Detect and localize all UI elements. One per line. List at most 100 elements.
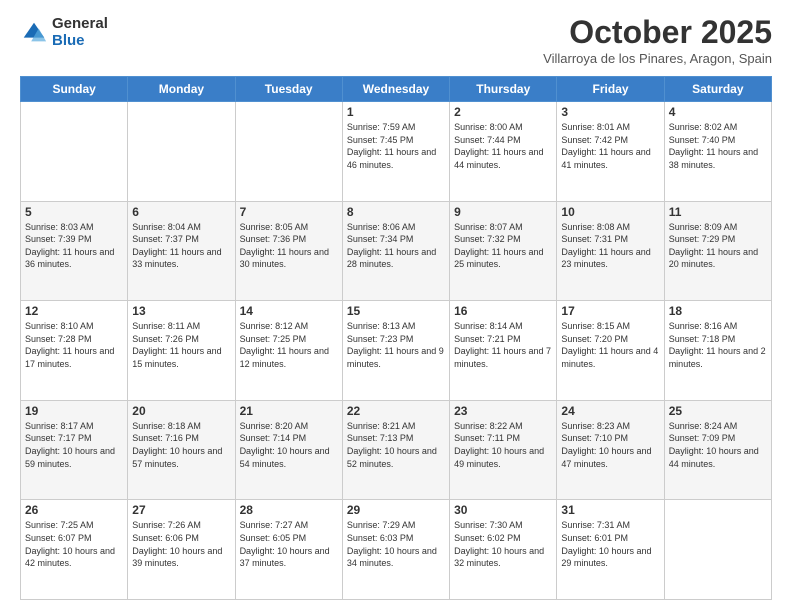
- day-number: 30: [454, 503, 552, 517]
- day-info: Sunrise: 8:08 AMSunset: 7:31 PMDaylight:…: [561, 221, 659, 271]
- calendar-cell: 16 Sunrise: 8:14 AMSunset: 7:21 PMDayligh…: [450, 301, 557, 401]
- day-info: Sunrise: 7:29 AMSunset: 6:03 PMDaylight:…: [347, 519, 445, 569]
- calendar-cell: 8Sunrise: 8:06 AMSunset: 7:34 PMDaylight…: [342, 201, 449, 301]
- day-info: Sunrise: 8:24 AMSunset: 7:09 PMDaylight:…: [669, 420, 767, 470]
- calendar-cell: 22 Sunrise: 8:21 AMSunset: 7:13 PMDayligh…: [342, 400, 449, 500]
- calendar-day-header: Tuesday: [235, 77, 342, 102]
- day-info: Sunrise: 7:26 AMSunset: 6:06 PMDaylight:…: [132, 519, 230, 569]
- calendar-cell: 14 Sunrise: 8:12 AMSunset: 7:25 PMDayligh…: [235, 301, 342, 401]
- day-info: Sunrise: 8:10 AMSunset: 7:28 PMDaylight:…: [25, 320, 123, 370]
- calendar-cell: [664, 500, 771, 600]
- day-info: Sunrise: 8:13 AMSunset: 7:23 PMDaylight:…: [347, 320, 445, 370]
- day-info: Sunrise: 8:11 AMSunset: 7:26 PMDaylight:…: [132, 320, 230, 370]
- calendar-cell: 2 Sunrise: 8:00 AMSunset: 7:44 PMDaylight…: [450, 102, 557, 202]
- day-info: Sunrise: 8:09 AMSunset: 7:29 PMDaylight:…: [669, 221, 767, 271]
- day-number: 24: [561, 404, 659, 418]
- calendar-cell: 31 Sunrise: 7:31 AMSunset: 6:01 PMDayligh…: [557, 500, 664, 600]
- calendar-cell: 1 Sunrise: 7:59 AMSunset: 7:45 PMDaylight…: [342, 102, 449, 202]
- calendar-cell: [235, 102, 342, 202]
- logo-general: General: [52, 16, 108, 33]
- calendar-cell: 11Sunrise: 8:09 AMSunset: 7:29 PMDayligh…: [664, 201, 771, 301]
- day-info: Sunrise: 8:00 AMSunset: 7:44 PMDaylight:…: [454, 121, 552, 171]
- day-number: 8: [347, 205, 445, 219]
- day-info: Sunrise: 8:03 AMSunset: 7:39 PMDaylight:…: [25, 221, 123, 271]
- day-number: 25: [669, 404, 767, 418]
- calendar-week-row: 1 Sunrise: 7:59 AMSunset: 7:45 PMDaylight…: [21, 102, 772, 202]
- day-number: 29: [347, 503, 445, 517]
- day-number: 9: [454, 205, 552, 219]
- day-info: Sunrise: 8:21 AMSunset: 7:13 PMDaylight:…: [347, 420, 445, 470]
- day-info: Sunrise: 8:04 AMSunset: 7:37 PMDaylight:…: [132, 221, 230, 271]
- calendar-table: SundayMondayTuesdayWednesdayThursdayFrid…: [20, 76, 772, 600]
- day-number: 20: [132, 404, 230, 418]
- calendar-cell: 17Sunrise: 8:15 AMSunset: 7:20 PMDayligh…: [557, 301, 664, 401]
- day-number: 14: [240, 304, 338, 318]
- day-info: Sunrise: 8:18 AMSunset: 7:16 PMDaylight:…: [132, 420, 230, 470]
- location-subtitle: Villarroya de los Pinares, Aragon, Spain: [543, 51, 772, 66]
- day-number: 31: [561, 503, 659, 517]
- day-number: 10: [561, 205, 659, 219]
- calendar-day-header: Thursday: [450, 77, 557, 102]
- day-number: 18: [669, 304, 767, 318]
- month-title: October 2025: [543, 16, 772, 48]
- day-number: 19: [25, 404, 123, 418]
- calendar-cell: 21 Sunrise: 8:20 AMSunset: 7:14 PMDayligh…: [235, 400, 342, 500]
- calendar-cell: 15 Sunrise: 8:13 AMSunset: 7:23 PMDayligh…: [342, 301, 449, 401]
- header: General Blue October 2025 Villarroya de …: [20, 16, 772, 66]
- day-number: 15: [347, 304, 445, 318]
- calendar-cell: 26 Sunrise: 7:25 AMSunset: 6:07 PMDayligh…: [21, 500, 128, 600]
- calendar-cell: 25 Sunrise: 8:24 AMSunset: 7:09 PMDayligh…: [664, 400, 771, 500]
- day-info: Sunrise: 7:30 AMSunset: 6:02 PMDaylight:…: [454, 519, 552, 569]
- day-info: Sunrise: 8:07 AMSunset: 7:32 PMDaylight:…: [454, 221, 552, 271]
- day-info: Sunrise: 8:05 AMSunset: 7:36 PMDaylight:…: [240, 221, 338, 271]
- calendar-week-row: 12Sunrise: 8:10 AMSunset: 7:28 PMDayligh…: [21, 301, 772, 401]
- day-number: 1: [347, 105, 445, 119]
- day-number: 27: [132, 503, 230, 517]
- day-number: 22: [347, 404, 445, 418]
- calendar-cell: [128, 102, 235, 202]
- day-number: 4: [669, 105, 767, 119]
- calendar-cell: 29 Sunrise: 7:29 AMSunset: 6:03 PMDayligh…: [342, 500, 449, 600]
- day-number: 7: [240, 205, 338, 219]
- calendar-day-header: Wednesday: [342, 77, 449, 102]
- calendar-cell: 27 Sunrise: 7:26 AMSunset: 6:06 PMDayligh…: [128, 500, 235, 600]
- day-info: Sunrise: 8:20 AMSunset: 7:14 PMDaylight:…: [240, 420, 338, 470]
- day-info: Sunrise: 8:22 AMSunset: 7:11 PMDaylight:…: [454, 420, 552, 470]
- calendar-cell: 19 Sunrise: 8:17 AMSunset: 7:17 PMDayligh…: [21, 400, 128, 500]
- day-number: 3: [561, 105, 659, 119]
- day-number: 21: [240, 404, 338, 418]
- calendar-cell: 28Sunrise: 7:27 AMSunset: 6:05 PMDayligh…: [235, 500, 342, 600]
- day-info: Sunrise: 8:02 AMSunset: 7:40 PMDaylight:…: [669, 121, 767, 171]
- day-number: 2: [454, 105, 552, 119]
- day-info: Sunrise: 8:14 AMSunset: 7:21 PMDaylight:…: [454, 320, 552, 370]
- calendar-cell: 5 Sunrise: 8:03 AMSunset: 7:39 PMDaylight…: [21, 201, 128, 301]
- calendar-cell: 13 Sunrise: 8:11 AMSunset: 7:26 PMDayligh…: [128, 301, 235, 401]
- calendar-cell: 12Sunrise: 8:10 AMSunset: 7:28 PMDayligh…: [21, 301, 128, 401]
- day-info: Sunrise: 7:31 AMSunset: 6:01 PMDaylight:…: [561, 519, 659, 569]
- day-info: Sunrise: 8:23 AMSunset: 7:10 PMDaylight:…: [561, 420, 659, 470]
- calendar-week-row: 5 Sunrise: 8:03 AMSunset: 7:39 PMDaylight…: [21, 201, 772, 301]
- calendar-day-header: Monday: [128, 77, 235, 102]
- day-number: 16: [454, 304, 552, 318]
- day-info: Sunrise: 7:59 AMSunset: 7:45 PMDaylight:…: [347, 121, 445, 171]
- day-number: 5: [25, 205, 123, 219]
- logo-icon: [20, 19, 48, 47]
- day-info: Sunrise: 8:17 AMSunset: 7:17 PMDaylight:…: [25, 420, 123, 470]
- calendar-cell: 3 Sunrise: 8:01 AMSunset: 7:42 PMDaylight…: [557, 102, 664, 202]
- day-number: 26: [25, 503, 123, 517]
- day-info: Sunrise: 8:12 AMSunset: 7:25 PMDaylight:…: [240, 320, 338, 370]
- page: General Blue October 2025 Villarroya de …: [0, 0, 792, 612]
- calendar-cell: 6Sunrise: 8:04 AMSunset: 7:37 PMDaylight…: [128, 201, 235, 301]
- day-number: 13: [132, 304, 230, 318]
- calendar-week-row: 19 Sunrise: 8:17 AMSunset: 7:17 PMDayligh…: [21, 400, 772, 500]
- calendar-day-header: Sunday: [21, 77, 128, 102]
- calendar-day-header: Saturday: [664, 77, 771, 102]
- calendar-cell: 18Sunrise: 8:16 AMSunset: 7:18 PMDayligh…: [664, 301, 771, 401]
- calendar-cell: 9 Sunrise: 8:07 AMSunset: 7:32 PMDaylight…: [450, 201, 557, 301]
- calendar-cell: 30 Sunrise: 7:30 AMSunset: 6:02 PMDayligh…: [450, 500, 557, 600]
- day-info: Sunrise: 7:25 AMSunset: 6:07 PMDaylight:…: [25, 519, 123, 569]
- day-info: Sunrise: 8:15 AMSunset: 7:20 PMDaylight:…: [561, 320, 659, 370]
- day-info: Sunrise: 8:01 AMSunset: 7:42 PMDaylight:…: [561, 121, 659, 171]
- logo-blue: Blue: [52, 33, 108, 50]
- calendar-header-row: SundayMondayTuesdayWednesdayThursdayFrid…: [21, 77, 772, 102]
